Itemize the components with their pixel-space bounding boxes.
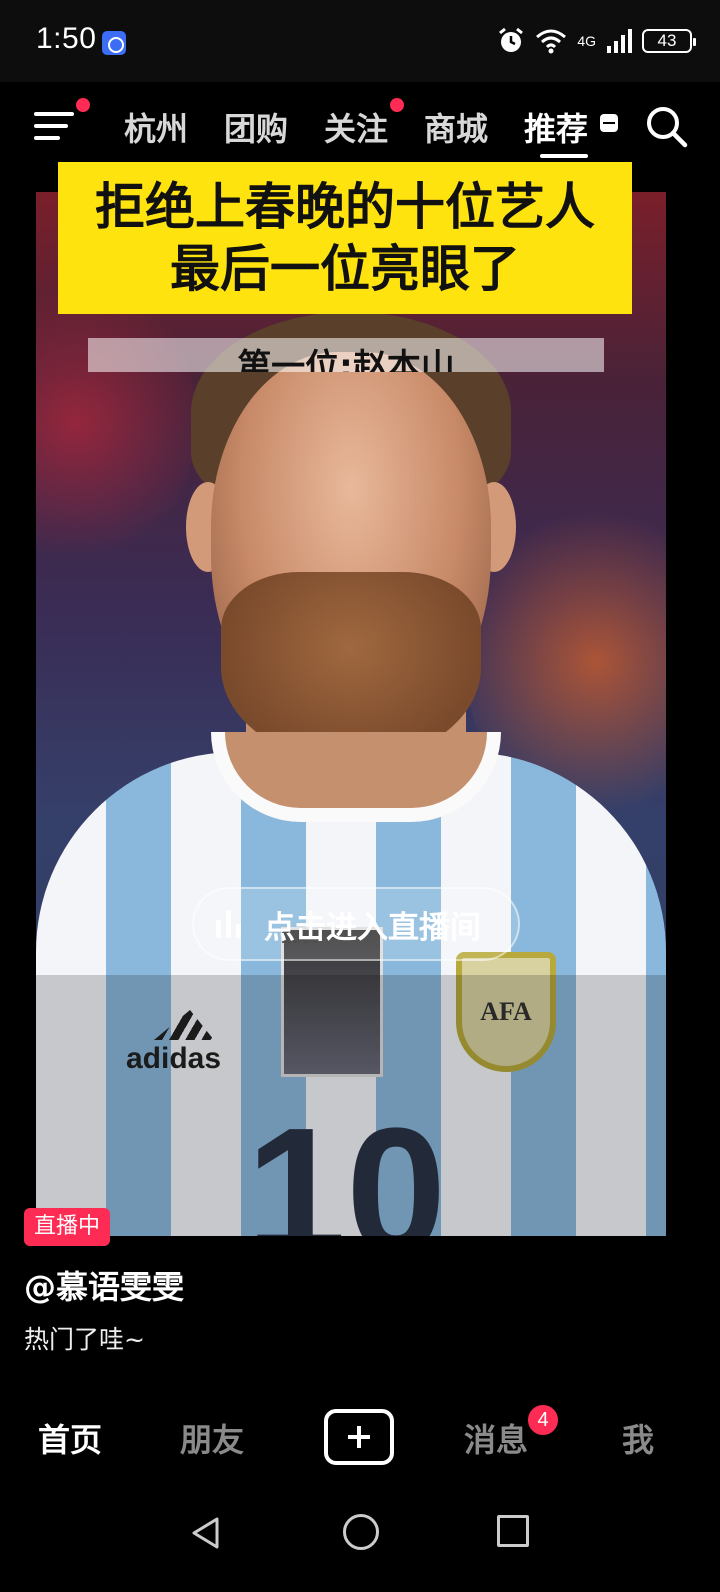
status-bar: 1:50 4G 43 [0, 0, 720, 82]
video-subtitle-banner: 第一位:赵本山 [88, 338, 604, 372]
battery-icon: 43 [642, 29, 696, 53]
battery-level: 43 [657, 31, 677, 50]
menu-notification-dot [76, 98, 90, 112]
video-title-banner: 拒绝上春晚的十位艺人 最后一位亮眼了 [58, 162, 632, 314]
bottom-nav: 首页 朋友 消息 4 我 [0, 1385, 720, 1490]
create-post-button[interactable] [324, 1409, 394, 1465]
video-title-line: 最后一位亮眼了 [170, 240, 520, 298]
post-caption: 热门了哇~ [24, 1325, 145, 1354]
home-icon[interactable] [343, 1514, 379, 1550]
status-icons: 4G 43 [497, 27, 696, 55]
alarm-icon [499, 27, 524, 52]
tab-recommended[interactable]: 推荐 [524, 104, 588, 150]
status-time: 1:50 [36, 22, 97, 55]
menu-icon[interactable] [34, 110, 76, 142]
search-icon[interactable] [644, 104, 688, 148]
nav-friends[interactable]: 朋友 [180, 1415, 244, 1461]
signal-icon [607, 29, 632, 53]
author-username[interactable]: @慕语雯雯 [24, 1262, 184, 1308]
system-navigation-bar [0, 1490, 720, 1592]
recent-apps-icon[interactable] [497, 1515, 529, 1547]
video-title-line: 拒绝上春晚的十位艺人 [95, 178, 595, 236]
background-glow [36, 272, 196, 572]
top-nav: 杭州 团购 关注 商城 推荐 [0, 82, 720, 170]
back-icon[interactable] [190, 1516, 222, 1550]
following-notification-dot [390, 98, 404, 112]
wifi-icon [536, 29, 567, 54]
nav-messages[interactable]: 消息 [464, 1415, 528, 1461]
enter-live-room-label: 点击进入直播间 [264, 909, 481, 946]
jersey-collar [211, 732, 501, 822]
nav-me[interactable]: 我 [622, 1415, 654, 1461]
tab-following[interactable]: 关注 [324, 104, 388, 150]
recommend-options-icon[interactable] [600, 114, 618, 132]
video-subtitle: 第一位:赵本山 [237, 347, 455, 372]
app-notification-icon [102, 31, 126, 55]
live-bars-icon [216, 910, 246, 938]
messages-count-badge: 4 [526, 1403, 560, 1437]
enter-live-room-button[interactable]: 点击进入直播间 [192, 887, 520, 961]
tab-mall[interactable]: 商城 [424, 104, 488, 150]
network-type-label: 4G [577, 33, 596, 49]
tab-group-buy[interactable]: 团购 [224, 104, 288, 150]
active-tab-indicator [540, 154, 588, 158]
live-status-badge[interactable]: 直播中 [24, 1208, 111, 1246]
nav-home[interactable]: 首页 [38, 1415, 102, 1461]
tab-hangzhou[interactable]: 杭州 [124, 104, 188, 150]
